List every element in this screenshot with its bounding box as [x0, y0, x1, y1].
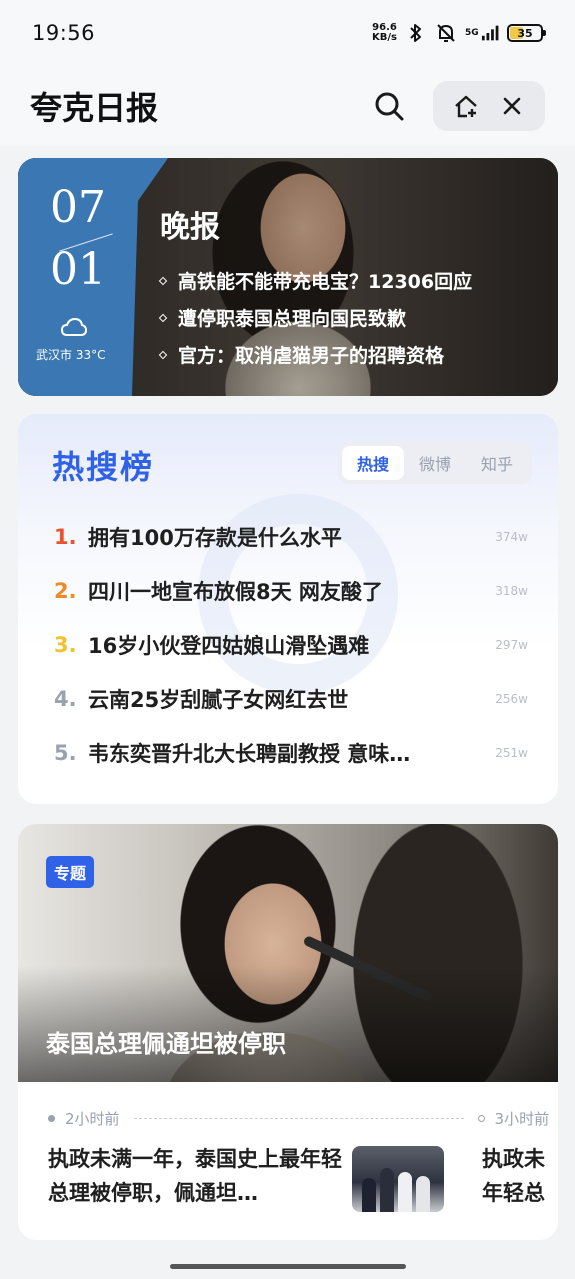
- heat-count: 297w: [495, 638, 528, 652]
- rank-number: 4.: [54, 687, 77, 711]
- timeline-time: 3小时前: [494, 1109, 550, 1128]
- tab-zhihu[interactable]: 知乎: [466, 446, 528, 480]
- heat-count: 318w: [495, 584, 528, 598]
- signal-icon: 5G: [465, 22, 499, 44]
- hot-search-tabs: 热搜 微博 知乎: [338, 442, 532, 484]
- list-item[interactable]: 3. 16岁小伙登四姑娘山滑坠遇难 297w: [54, 618, 528, 672]
- topic-badge: 专题: [46, 856, 95, 888]
- rank-number: 5.: [54, 741, 77, 765]
- search-button[interactable]: [371, 88, 407, 124]
- hot-search-text: 拥有100万存款是什么水平: [88, 526, 342, 550]
- list-item[interactable]: 5. 韦东奕晋升北大长聘副教授 意味… 251w: [54, 726, 528, 780]
- timeline-dot-icon: [477, 1114, 485, 1122]
- hot-search-text: 16岁小伙登四姑娘山滑坠遇难: [88, 634, 370, 658]
- evening-news-card[interactable]: 07 01 武汉市 33°C 晚报 高铁能不能带充电宝？12306回应 遭停职泰…: [18, 158, 558, 396]
- evening-headline[interactable]: 官方：取消虐猫男子的招聘资格: [158, 336, 472, 373]
- battery-icon: 35: [507, 24, 546, 42]
- add-to-home-icon: [455, 95, 477, 118]
- hot-search-text: 四川一地宣布放假8天 网友酸了: [88, 580, 383, 604]
- home-indicator[interactable]: [170, 1264, 406, 1269]
- rank-number: 2.: [54, 579, 77, 603]
- hot-search-list: 1. 拥有100万存款是什么水平 374w 2. 四川一地宣布放假8天 网友酸了…: [54, 510, 528, 780]
- timeline-dot-icon: [48, 1114, 55, 1122]
- hot-search-text: 韦东奕晋升北大长聘副教授 意味…: [88, 742, 411, 766]
- evening-headlines: 高铁能不能带充电宝？12306回应 遭停职泰国总理向国民致歉 官方：取消虐猫男子…: [158, 262, 472, 373]
- network-speed: 96.6 KB/s: [372, 22, 397, 43]
- heat-count: 251w: [495, 746, 528, 760]
- date-day: 01: [50, 244, 106, 295]
- evening-headline[interactable]: 高铁能不能带充电宝？12306回应: [158, 262, 472, 299]
- bullet-icon: [158, 313, 168, 322]
- heat-count: 256w: [495, 692, 528, 706]
- status-icons: 96.6 KB/s 5G 35: [372, 22, 546, 44]
- date-month: 07: [50, 182, 106, 233]
- weather-text: 武汉市 33°C: [36, 348, 106, 362]
- cloud-icon: [60, 317, 88, 336]
- rank-number: 3.: [54, 633, 77, 657]
- app-header: 夸克日报: [0, 66, 575, 146]
- mute-bell-icon: [435, 22, 457, 44]
- heat-count: 374w: [495, 530, 528, 544]
- add-to-home-button[interactable]: [451, 91, 481, 121]
- timeline-divider: [133, 1117, 464, 1119]
- hot-search-title: 热搜榜: [52, 448, 155, 486]
- timeline: 2小时前 3小时前: [48, 1106, 558, 1130]
- page-title: 夸克日报: [30, 89, 159, 127]
- timeline-headline[interactable]: 执政未 年轻总: [482, 1142, 558, 1210]
- tab-hot-search[interactable]: 热搜: [342, 446, 404, 480]
- mini-app-capsule: [433, 81, 545, 131]
- timeline-headline[interactable]: 执政未满一年，泰国史上最年轻总理被停职，佩通坦…: [48, 1142, 348, 1210]
- topic-title[interactable]: 泰国总理佩通坦被停职: [46, 1024, 286, 1059]
- hot-search-card: 热搜榜 热搜 微博 知乎 1. 拥有100万存款是什么水平 374w 2. 四川…: [18, 414, 558, 804]
- tab-weibo[interactable]: 微博: [404, 446, 466, 480]
- bullet-icon: [158, 350, 168, 359]
- header-actions: [371, 81, 545, 131]
- status-time: 19:56: [32, 21, 96, 45]
- close-icon: [503, 97, 521, 115]
- topic-card: 专题 泰国总理佩通坦被停职 2小时前 3小时前 执政未满一年，泰国史上最年轻总理…: [18, 824, 558, 1240]
- bluetooth-icon: [405, 22, 427, 44]
- rank-number: 1.: [54, 525, 77, 549]
- close-button[interactable]: [497, 91, 527, 121]
- news-thumbnail[interactable]: [352, 1146, 444, 1212]
- evening-title: 晚报: [160, 210, 220, 245]
- search-icon: [375, 92, 404, 121]
- bullet-icon: [158, 276, 168, 285]
- hot-search-text: 云南25岁刮腻子女网红去世: [88, 688, 349, 712]
- list-item[interactable]: 2. 四川一地宣布放假8天 网友酸了 318w: [54, 564, 528, 618]
- list-item[interactable]: 4. 云南25岁刮腻子女网红去世 256w: [54, 672, 528, 726]
- timeline-time: 2小时前: [65, 1109, 120, 1128]
- evening-headline[interactable]: 遭停职泰国总理向国民致歉: [158, 299, 472, 336]
- status-bar: 19:56 96.6 KB/s 5G 35: [0, 0, 575, 66]
- list-item[interactable]: 1. 拥有100万存款是什么水平 374w: [54, 510, 528, 564]
